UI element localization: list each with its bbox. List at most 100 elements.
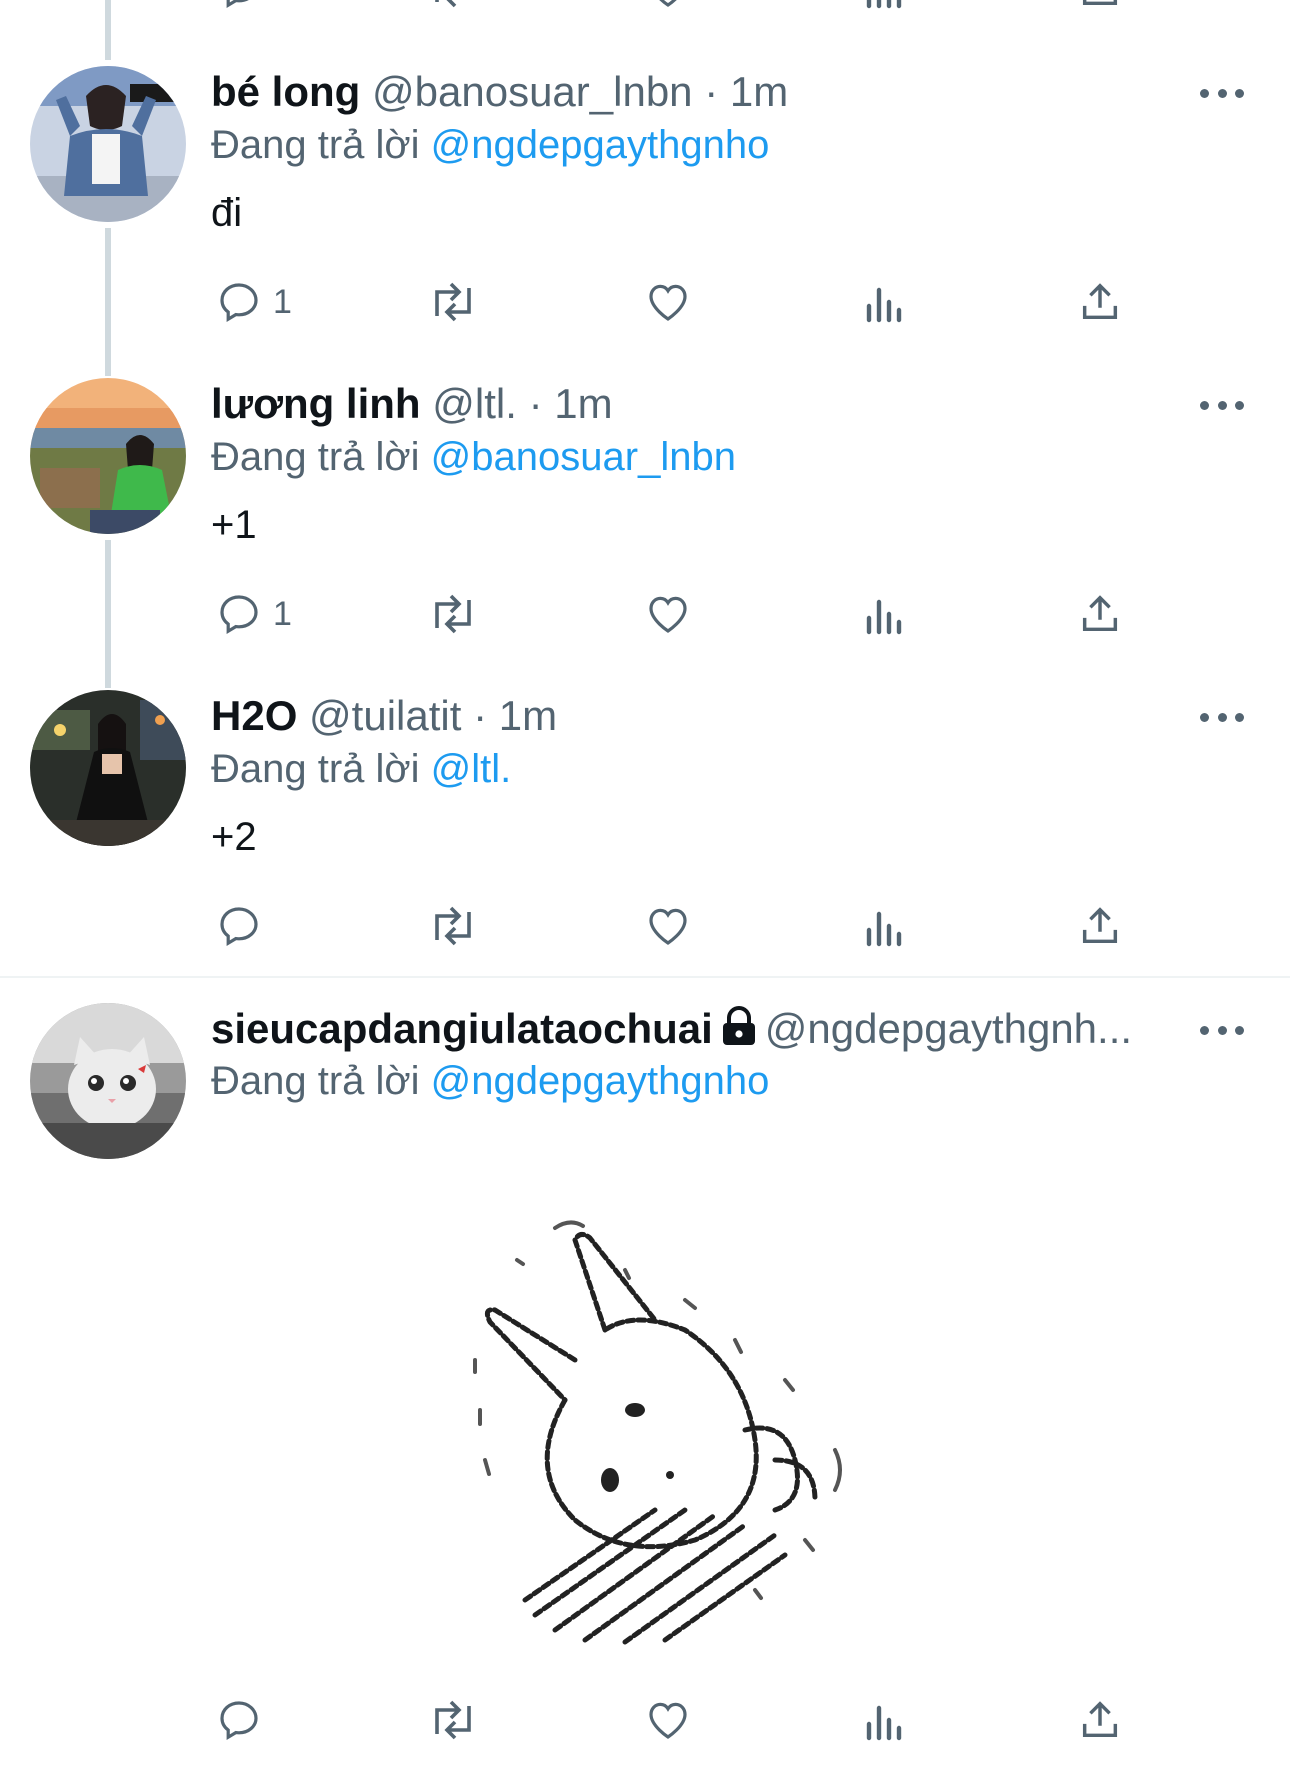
reply-button[interactable]: 1	[215, 272, 292, 332]
share-button[interactable]	[1077, 272, 1123, 332]
retweet-button[interactable]	[425, 1690, 481, 1750]
reply-count: 1	[273, 594, 292, 633]
more-options-button[interactable]	[1200, 710, 1244, 724]
reply-button[interactable]	[215, 0, 263, 18]
retweet-icon	[435, 594, 471, 634]
reply-bubble-icon	[220, 907, 258, 947]
heart-icon	[649, 284, 687, 321]
views-button[interactable]	[863, 896, 907, 956]
action-bar	[211, 1690, 1171, 1750]
user-handle[interactable]: @banosuar_lnbn	[372, 68, 693, 115]
share-button[interactable]	[1077, 896, 1123, 956]
more-options-button[interactable]	[1200, 86, 1244, 100]
mention-link[interactable]: @ltl.	[431, 747, 512, 791]
mention-link[interactable]: @ngdepgaythgnho	[431, 123, 770, 167]
timestamp[interactable]: 1m	[499, 692, 557, 739]
share-upload-icon	[1082, 1701, 1118, 1738]
thread-line-1	[105, 228, 111, 376]
action-bar: 1	[211, 272, 1171, 332]
replying-to-line: Đang trả lời @ltl.	[211, 744, 511, 794]
share-button[interactable]	[1077, 584, 1123, 644]
views-button[interactable]	[863, 1690, 907, 1750]
replying-to-label: Đang trả lời	[211, 747, 420, 791]
conversation-divider	[0, 976, 1290, 978]
share-upload-icon	[1082, 283, 1118, 320]
views-button[interactable]	[863, 272, 907, 332]
action-bar: 1	[211, 584, 1171, 644]
reply-count: 1	[273, 282, 292, 321]
tweet-header: H2O @tuilatit · 1m	[211, 690, 1220, 742]
share-upload-icon	[1082, 595, 1118, 632]
user-handle[interactable]: @tuilatit	[309, 692, 461, 739]
share-upload-icon	[1082, 0, 1118, 6]
bunny-sketch-sticker[interactable]	[455, 1210, 935, 1650]
thread-line-2	[105, 540, 111, 688]
display-name[interactable]: bé long	[211, 68, 360, 115]
mention-link[interactable]: @ngdepgaythgnho	[431, 1059, 770, 1103]
reply-bubble-icon	[220, 283, 258, 323]
retweet-button[interactable]	[425, 272, 481, 332]
more-dots-icon	[1200, 1025, 1209, 1035]
tweet-text: đi	[211, 191, 243, 235]
heart-icon	[649, 908, 687, 945]
retweet-icon	[435, 0, 457, 8]
tweet-text: +1	[211, 503, 257, 547]
like-button[interactable]	[643, 584, 693, 644]
share-upload-icon	[1082, 907, 1118, 944]
avatar[interactable]	[30, 378, 186, 534]
views-button[interactable]	[863, 584, 907, 644]
avatar-photo	[30, 378, 186, 534]
thread-line-top	[105, 0, 111, 60]
bar-chart-icon	[866, 1705, 902, 1741]
like-button[interactable]	[643, 0, 693, 18]
tweet-text: +2	[211, 815, 257, 859]
display-name[interactable]: lương linh	[211, 380, 421, 427]
avatar[interactable]	[30, 66, 186, 222]
reply-bubble-icon	[220, 1701, 258, 1741]
tweet-header: bé long @banosuar_lnbn · 1m	[211, 66, 1220, 118]
avatar[interactable]	[30, 1003, 186, 1159]
retweet-button[interactable]	[425, 584, 481, 644]
avatar[interactable]	[30, 690, 186, 846]
reply-bubble-icon	[226, 0, 249, 9]
views-button[interactable]	[863, 0, 907, 18]
lock-icon	[722, 1006, 755, 1045]
retweet-icon	[435, 282, 471, 322]
display-name[interactable]: H2O	[211, 692, 297, 739]
bar-chart-icon	[866, 911, 902, 947]
retweet-button[interactable]	[425, 896, 481, 956]
like-button[interactable]	[643, 896, 693, 956]
display-name[interactable]: sieucapdangiulataochuai	[211, 1005, 713, 1052]
retweet-button[interactable]	[425, 0, 481, 18]
cat-avatar	[30, 1003, 186, 1159]
more-options-button[interactable]	[1200, 398, 1244, 412]
tweet-header: sieucapdangiulataochuai @ngdepgaythgnh...	[211, 1003, 1220, 1055]
heart-icon	[649, 1702, 687, 1739]
mention-link[interactable]: @banosuar_lnbn	[431, 435, 736, 479]
reply-button[interactable]	[215, 896, 273, 956]
reply-button[interactable]	[215, 1690, 273, 1750]
timestamp[interactable]: 1m	[730, 68, 788, 115]
like-button[interactable]	[643, 272, 693, 332]
avatar-photo	[30, 66, 186, 222]
replying-to-label: Đang trả lời	[211, 123, 420, 167]
bar-chart-icon	[866, 599, 902, 635]
share-button[interactable]	[1077, 0, 1123, 18]
heart-icon	[649, 596, 687, 633]
avatar-photo	[30, 690, 186, 846]
previous-tweet-actions	[211, 0, 1171, 18]
like-button[interactable]	[643, 1690, 693, 1750]
user-handle[interactable]: @ngdepgaythgnh...	[765, 1005, 1132, 1052]
separator-dot: ·	[704, 68, 719, 115]
timestamp[interactable]: 1m	[554, 380, 612, 427]
more-dots-icon	[1200, 712, 1209, 722]
action-bar	[211, 896, 1171, 956]
reply-button[interactable]: 1	[215, 584, 292, 644]
bar-chart-icon	[866, 0, 902, 9]
separator-dot: ·	[528, 380, 543, 427]
more-dots-icon	[1200, 400, 1209, 410]
more-options-button[interactable]	[1200, 1023, 1244, 1037]
share-button[interactable]	[1077, 1690, 1123, 1750]
user-handle[interactable]: @ltl.	[432, 380, 517, 427]
retweet-icon	[435, 906, 471, 946]
